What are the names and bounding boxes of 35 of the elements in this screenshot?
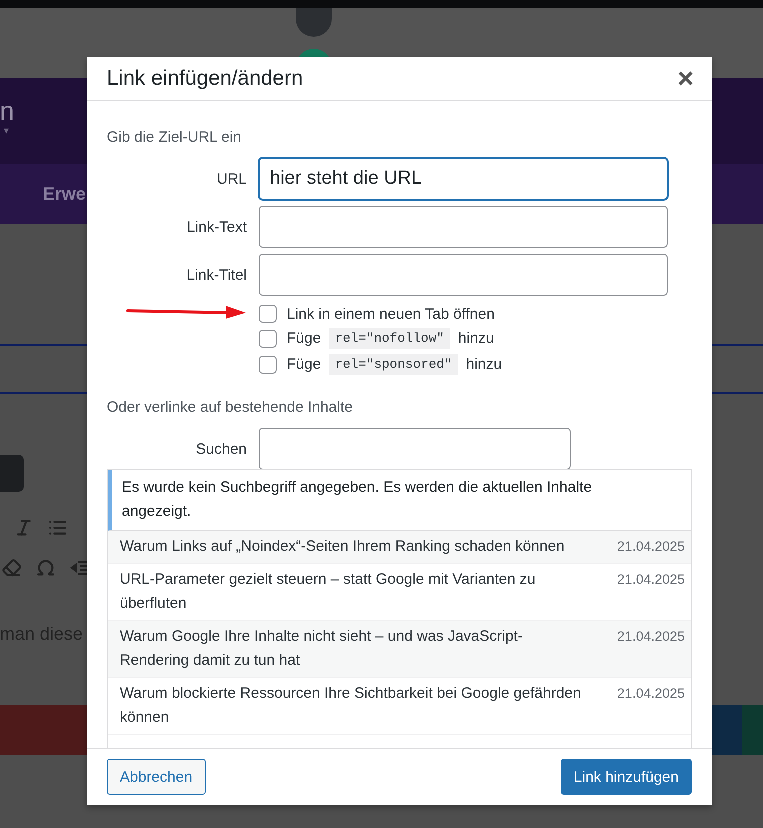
menu-item[interactable]: Erwe bbox=[43, 184, 86, 204]
list-icon[interactable] bbox=[48, 518, 68, 538]
dialog-title: Link einfügen/ändern bbox=[107, 66, 304, 90]
outdent-icon[interactable] bbox=[70, 558, 90, 578]
section-label: Oder verlinke auf bestehende Inhalte bbox=[107, 399, 354, 416]
close-button[interactable]: × bbox=[674, 64, 698, 92]
field-label: URL bbox=[216, 170, 247, 188]
search-field[interactable] bbox=[259, 428, 571, 470]
code-snippet: rel="sponsored" bbox=[329, 354, 458, 375]
result-item[interactable]: Warum Google Ihre Inhalte nicht sieht – und was JavaScript-Rendering damit zu tun hat 21.04.2025 bbox=[108, 621, 691, 678]
checkbox[interactable] bbox=[259, 330, 277, 348]
option-label: Füge bbox=[287, 356, 322, 373]
option-label: Füge bbox=[287, 330, 322, 347]
input-field[interactable]: hier steht die URL bbox=[259, 158, 668, 200]
header-text: n bbox=[0, 96, 14, 126]
italic-icon[interactable] bbox=[14, 518, 34, 538]
option-label: hinzu bbox=[458, 330, 494, 347]
submit-button[interactable]: Link hinzufügen bbox=[560, 759, 692, 795]
field-label: Link-Text bbox=[186, 218, 247, 236]
cancel-button[interactable]: Abbrechen bbox=[107, 759, 206, 795]
option-label: hinzu bbox=[466, 356, 502, 373]
eraser-icon[interactable] bbox=[2, 558, 22, 578]
field-label: Link-Titel bbox=[186, 266, 247, 284]
checkbox[interactable] bbox=[259, 305, 277, 323]
section-label: Gib die Ziel-URL ein bbox=[107, 129, 242, 146]
input-field[interactable] bbox=[259, 206, 668, 248]
field-label: Suchen bbox=[195, 440, 247, 458]
result-item[interactable]: Warum Links auf „Noindex“-Seiten Ihrem Ranking schaden können 21.04.2025 bbox=[108, 531, 691, 564]
input-field[interactable] bbox=[259, 254, 668, 296]
circle-button[interactable] bbox=[296, 8, 332, 37]
omega-icon[interactable] bbox=[36, 558, 56, 578]
option-label: Link in einem neuen Tab öffnen bbox=[287, 306, 495, 322]
code-snippet: rel="nofollow" bbox=[329, 328, 450, 349]
caret-icon: ▾ bbox=[4, 126, 10, 137]
checkbox[interactable] bbox=[259, 356, 277, 374]
